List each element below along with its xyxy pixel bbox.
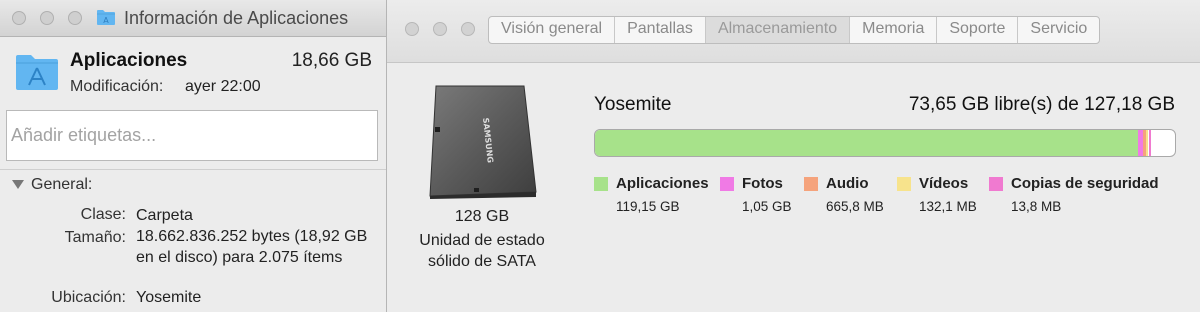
minimize-window-button[interactable] xyxy=(40,11,54,25)
item-size: 18,66 GB xyxy=(291,50,372,71)
legend-label-applications: Aplicaciones xyxy=(616,175,709,192)
disk-type: Unidad de estado sólido de SATA xyxy=(407,230,557,272)
mac-titlebar: Visión general Pantallas Almacenamiento … xyxy=(387,0,1200,63)
modified-label: Modificación: xyxy=(70,78,164,95)
info-titlebar: A Información de Aplicaciones xyxy=(0,0,386,37)
tab-service[interactable]: Servicio xyxy=(1018,17,1099,43)
section-tabs: Visión general Pantallas Almacenamiento … xyxy=(488,16,1101,44)
storage-segment-4 xyxy=(1148,130,1152,156)
about-this-mac-window: Visión general Pantallas Almacenamiento … xyxy=(387,0,1200,312)
legend-swatch-photos xyxy=(720,177,734,191)
legend-size-audio: 665,8 MB xyxy=(826,199,884,214)
disk-type-line1: Unidad de estado xyxy=(419,232,545,249)
kind-label: Clase: xyxy=(80,206,126,223)
tab-displays[interactable]: Pantallas xyxy=(615,17,706,43)
legend-size-backups: 13,8 MB xyxy=(1011,199,1062,214)
tab-support[interactable]: Soporte xyxy=(937,17,1019,43)
tab-overview[interactable]: Visión general xyxy=(489,17,616,43)
disk-type-line2: sólido de SATA xyxy=(428,253,536,270)
legend-swatch-videos xyxy=(897,177,911,191)
general-section-header[interactable]: General: xyxy=(31,176,92,194)
info-window: A Información de Aplicaciones Aplicacion… xyxy=(0,0,387,312)
size-label: Tamaño: xyxy=(64,229,126,246)
legend-label-backups: Copias de seguridad xyxy=(1011,175,1159,192)
modified-value: ayer 22:00 xyxy=(185,78,261,95)
disclosure-triangle-icon[interactable] xyxy=(12,180,24,189)
minimize-window-button[interactable] xyxy=(433,22,447,36)
legend-size-photos: 1,05 GB xyxy=(742,199,792,214)
svg-text:A: A xyxy=(103,16,109,25)
section-divider xyxy=(0,169,386,170)
volume-free-space: 73,65 GB libre(s) de 127,18 GB xyxy=(908,94,1175,115)
close-window-button[interactable] xyxy=(405,22,419,36)
tags-input[interactable] xyxy=(6,110,378,161)
item-name: Aplicaciones xyxy=(70,50,188,71)
legend-swatch-applications xyxy=(594,177,608,191)
applications-folder-icon: A xyxy=(97,10,115,25)
location-value: Yosemite xyxy=(136,289,202,306)
volume-name: Yosemite xyxy=(594,94,672,115)
legend-label-photos: Fotos xyxy=(742,175,783,192)
zoom-window-button[interactable] xyxy=(461,22,475,36)
close-window-button[interactable] xyxy=(12,11,26,25)
tab-memory[interactable]: Memoria xyxy=(850,17,938,43)
location-label: Ubicación: xyxy=(51,289,126,306)
legend-size-videos: 132,1 MB xyxy=(919,199,977,214)
legend-label-videos: Vídeos xyxy=(919,175,969,192)
zoom-window-button[interactable] xyxy=(68,11,82,25)
window-title: Información de Aplicaciones xyxy=(124,8,349,28)
legend-swatch-backups xyxy=(989,177,1003,191)
tab-storage[interactable]: Almacenamiento xyxy=(705,17,851,43)
legend-size-applications: 119,15 GB xyxy=(616,199,680,214)
storage-segment-0 xyxy=(595,130,1139,156)
ssd-drive-icon: SAMSUNG xyxy=(429,85,537,199)
applications-folder-icon xyxy=(16,55,58,90)
storage-usage-bar xyxy=(594,129,1176,157)
disk-capacity: 128 GB xyxy=(454,208,510,225)
kind-value: Carpeta xyxy=(136,207,193,224)
legend-swatch-audio xyxy=(804,177,818,191)
legend-label-audio: Audio xyxy=(826,175,869,192)
size-value: 18.662.836.252 bytes (18,92 GB en el dis… xyxy=(136,228,368,266)
